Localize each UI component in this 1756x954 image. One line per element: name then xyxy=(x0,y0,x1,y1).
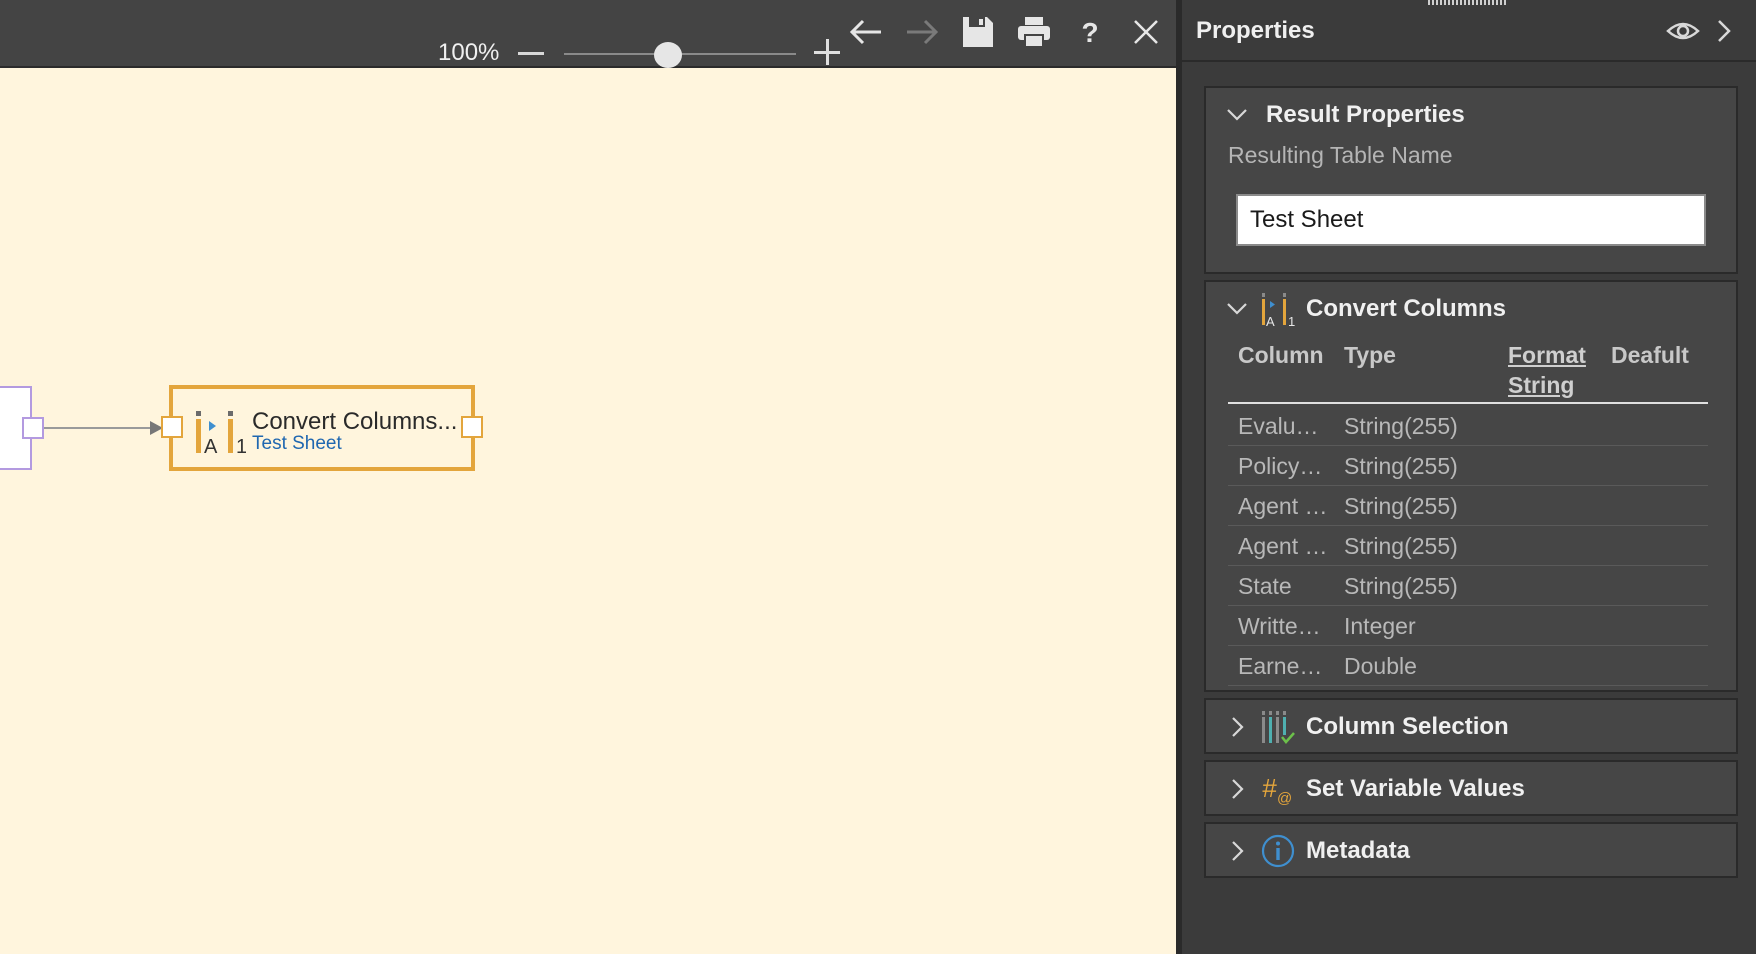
format-string-header[interactable]: Format String xyxy=(1508,340,1596,400)
column-type-cell[interactable]: String(255) xyxy=(1344,573,1494,600)
format-string-header-line1: Format xyxy=(1508,342,1586,368)
back-arrow-icon xyxy=(849,19,881,45)
forward-arrow-icon xyxy=(907,19,939,45)
column-selection-section[interactable]: Column Selection xyxy=(1204,698,1738,754)
convert-columns-section: A 1 Convert Columns Column Type Format St… xyxy=(1204,280,1738,692)
column-name-cell: Writte… xyxy=(1238,613,1321,639)
zoom-level-label: 100% xyxy=(438,39,500,66)
column-name-cell: Policy… xyxy=(1238,453,1323,479)
close-button[interactable] xyxy=(1124,10,1168,54)
svg-text:1: 1 xyxy=(236,436,246,455)
result-properties-title[interactable]: Result Properties xyxy=(1266,101,1465,129)
save-button[interactable] xyxy=(956,10,1000,54)
column-type-cell[interactable]: String(255) xyxy=(1344,533,1494,560)
resulting-table-name-input[interactable] xyxy=(1236,194,1706,246)
metadata-title[interactable]: Metadata xyxy=(1306,837,1410,865)
chevron-right-icon[interactable] xyxy=(1226,778,1248,800)
result-properties-section: Result Properties Resulting Table Name xyxy=(1204,86,1738,274)
variable-hash-at-icon: # @ xyxy=(1262,773,1292,807)
table-row[interactable]: State String(255) xyxy=(1228,566,1708,606)
convert-columns-node[interactable]: A 1 Convert Columns... Test Sheet xyxy=(169,385,475,471)
table-row[interactable]: Evalu… String(255) xyxy=(1228,406,1708,446)
table-row[interactable]: Agent … String(255) xyxy=(1228,526,1708,566)
column-name-cell: State xyxy=(1238,573,1292,599)
convert-columns-title[interactable]: Convert Columns xyxy=(1306,295,1506,323)
close-icon xyxy=(1134,20,1158,44)
convert-columns-icon: A 1 xyxy=(196,411,246,455)
metadata-section[interactable]: Metadata xyxy=(1204,822,1738,878)
column-name-cell: Earne… xyxy=(1238,653,1323,679)
type-header[interactable]: Type xyxy=(1344,340,1396,370)
column-type-cell[interactable]: String(255) xyxy=(1344,493,1494,520)
column-selection-title[interactable]: Column Selection xyxy=(1306,713,1509,741)
format-string-header-line2: String xyxy=(1508,372,1575,398)
properties-panel: Properties Result Properties Resulting T… xyxy=(1182,0,1756,954)
upstream-output-port[interactable] xyxy=(22,417,44,439)
column-name-cell: Evalu… xyxy=(1238,413,1319,439)
resulting-table-name-label: Resulting Table Name xyxy=(1228,142,1453,168)
zoom-slider-thumb[interactable] xyxy=(654,42,683,68)
help-button[interactable]: ? xyxy=(1068,10,1112,54)
print-icon xyxy=(1018,17,1050,48)
zoom-out-button[interactable] xyxy=(518,52,544,55)
column-name-cell: Agent … xyxy=(1238,493,1328,519)
node-input-port[interactable] xyxy=(161,416,183,438)
column-selection-icon xyxy=(1262,711,1295,744)
column-type-cell[interactable]: Double xyxy=(1344,653,1494,680)
redo-button[interactable] xyxy=(900,10,944,54)
convert-columns-table-header: Column Type Format String Deafult xyxy=(1228,340,1708,404)
node-subtitle: Test Sheet xyxy=(252,433,342,454)
workflow-canvas[interactable]: A 1 Convert Columns... Test Sheet xyxy=(0,68,1176,954)
svg-text:A: A xyxy=(1266,314,1275,328)
svg-text:A: A xyxy=(204,436,218,455)
table-row[interactable]: Policy… String(255) xyxy=(1228,446,1708,486)
node-title: Convert Columns... xyxy=(252,408,458,435)
connector-line[interactable] xyxy=(44,427,156,429)
print-button[interactable] xyxy=(1012,10,1056,54)
default-header[interactable]: Deafult xyxy=(1611,340,1689,370)
convert-columns-table-body: Evalu… String(255) Policy… String(255) A… xyxy=(1228,406,1708,686)
column-type-cell[interactable]: Integer xyxy=(1344,613,1494,640)
chevron-right-icon[interactable] xyxy=(1226,840,1248,862)
svg-text:1: 1 xyxy=(1288,314,1295,328)
svg-text:#: # xyxy=(1262,773,1277,803)
svg-text:?: ? xyxy=(1081,17,1098,48)
set-variable-values-title[interactable]: Set Variable Values xyxy=(1306,775,1525,803)
collapse-panel-chevron-icon[interactable] xyxy=(1710,16,1738,46)
properties-title: Properties xyxy=(1196,17,1315,44)
table-row[interactable]: Writte… Integer xyxy=(1228,606,1708,646)
panel-grip-handle[interactable] xyxy=(1428,0,1508,5)
properties-header: Properties xyxy=(1182,0,1756,62)
help-icon: ? xyxy=(1081,17,1098,48)
canvas-toolbar: 100% ? xyxy=(0,0,1176,68)
column-type-cell[interactable]: String(255) xyxy=(1344,413,1494,440)
svg-text:@: @ xyxy=(1277,790,1292,807)
table-row[interactable]: Agent … String(255) xyxy=(1228,486,1708,526)
node-output-port[interactable] xyxy=(461,416,483,438)
convert-columns-icon: A 1 xyxy=(1262,293,1295,328)
column-type-cell[interactable]: String(255) xyxy=(1344,453,1494,480)
chevron-down-icon[interactable] xyxy=(1226,104,1248,126)
save-icon xyxy=(963,17,993,47)
chevron-right-icon[interactable] xyxy=(1226,716,1248,738)
info-icon xyxy=(1261,834,1295,868)
undo-button[interactable] xyxy=(844,10,888,54)
column-name-cell: Agent … xyxy=(1238,533,1328,559)
table-row[interactable]: Earne… Double xyxy=(1228,646,1708,686)
column-header[interactable]: Column xyxy=(1238,340,1324,370)
zoom-in-button[interactable] xyxy=(814,39,840,65)
chevron-down-icon[interactable] xyxy=(1226,298,1248,320)
eye-icon[interactable] xyxy=(1666,16,1700,46)
set-variable-values-section[interactable]: # @ Set Variable Values xyxy=(1204,760,1738,816)
